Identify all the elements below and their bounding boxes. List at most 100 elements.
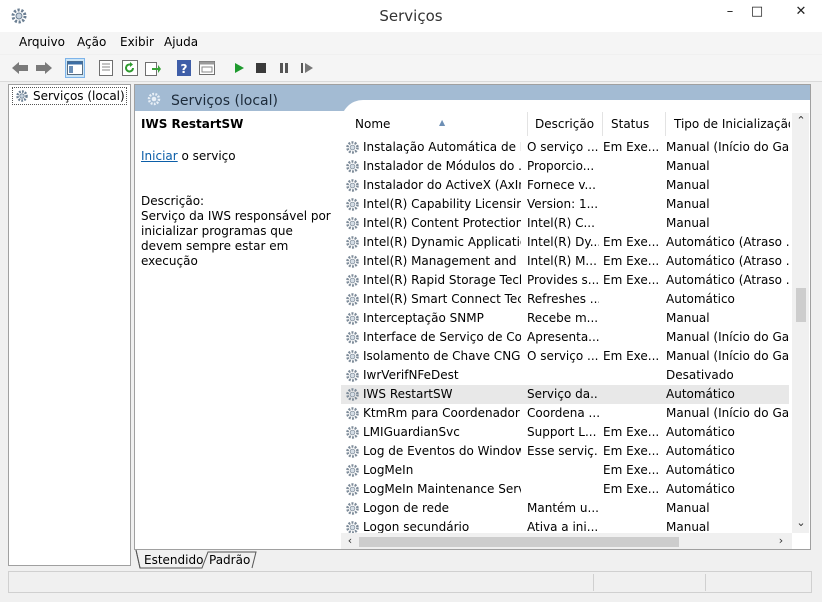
table-row[interactable]: Intel(R) Content Protection ... Intel(R) … bbox=[341, 214, 789, 233]
scroll-left-icon[interactable]: ‹ bbox=[342, 533, 358, 549]
service-description-cell: Apresenta... bbox=[527, 330, 599, 344]
menu-exibir[interactable]: Exibir bbox=[120, 35, 154, 49]
column-header-tipo-inicializacao[interactable]: Tipo de Inicialização bbox=[666, 112, 790, 136]
table-row[interactable]: IWS RestartSW Serviço da... Automático bbox=[341, 385, 789, 404]
service-startup-cell: Automático (Atraso ... bbox=[666, 273, 790, 287]
maximize-button[interactable]: □ bbox=[742, 2, 772, 24]
service-startup-cell: Automático bbox=[666, 387, 735, 401]
service-startup-cell: Automático bbox=[666, 292, 735, 306]
refresh-icon[interactable] bbox=[120, 58, 140, 78]
service-gear-icon bbox=[346, 369, 359, 382]
scroll-right-icon[interactable]: › bbox=[773, 533, 789, 549]
service-gear-icon bbox=[346, 407, 359, 420]
vertical-scrollbar[interactable]: ⌃ ⌄ bbox=[792, 113, 809, 533]
search-gear-icon bbox=[147, 92, 161, 106]
services-pane: Serviços (local) IWS RestartSW Iniciar o… bbox=[134, 84, 811, 550]
forward-arrow-icon[interactable] bbox=[34, 58, 54, 78]
start-service-line: Iniciar o serviço bbox=[141, 149, 236, 163]
service-gear-icon bbox=[346, 179, 359, 192]
status-divider bbox=[593, 574, 594, 591]
service-name-cell: Instalador de Módulos do ... bbox=[363, 159, 521, 173]
service-startup-cell: Manual bbox=[666, 311, 710, 325]
menu-acao[interactable]: Ação bbox=[77, 35, 106, 49]
back-arrow-icon[interactable] bbox=[10, 58, 30, 78]
tab-estendido[interactable]: Estendido bbox=[139, 552, 208, 569]
stop-service-icon[interactable] bbox=[251, 58, 271, 78]
start-service-link[interactable]: Iniciar bbox=[141, 149, 178, 163]
table-row[interactable]: Intel(R) Smart Connect Tec... Refreshes .… bbox=[341, 290, 789, 309]
service-description-cell: Mantém u... bbox=[527, 501, 599, 515]
table-row[interactable]: Interceptação SNMP Recebe m... Manual bbox=[341, 309, 789, 328]
service-gear-icon bbox=[346, 255, 359, 268]
column-header-nome[interactable]: Nome ▲ bbox=[347, 112, 528, 136]
table-row[interactable]: LMIGuardianSvc Support L... Em Exe... Autom… bbox=[341, 423, 789, 442]
service-name-cell: Intel(R) Management and S... bbox=[363, 254, 521, 268]
table-row[interactable]: Interface de Serviço de Con... Apresenta.… bbox=[341, 328, 790, 347]
table-row[interactable]: Logon de rede Mantém u... Manual bbox=[341, 499, 789, 518]
service-name-cell: Intel(R) Capability Licensing... bbox=[363, 197, 521, 211]
service-name-cell: Interface de Serviço de Con... bbox=[363, 330, 521, 344]
service-name-cell: LogMeIn bbox=[363, 463, 414, 477]
console-view-icon[interactable] bbox=[197, 58, 217, 78]
service-gear-icon bbox=[346, 141, 359, 154]
tab-padrao[interactable]: Padrão bbox=[204, 552, 255, 569]
pause-service-icon[interactable] bbox=[274, 58, 294, 78]
service-description-cell: Fornece v... bbox=[527, 178, 596, 192]
service-description-cell: Refreshes ... bbox=[527, 292, 599, 306]
table-row[interactable]: Intel(R) Rapid Storage Tech... Provides s… bbox=[341, 271, 790, 290]
service-name-cell: KtmRm para Coordenador ... bbox=[363, 406, 521, 420]
service-startup-cell: Automático bbox=[666, 482, 735, 496]
service-description-cell: Esse serviç... bbox=[527, 444, 599, 458]
service-startup-cell: Manual (Início do Ga... bbox=[666, 349, 790, 363]
properties-icon[interactable] bbox=[96, 58, 116, 78]
column-header-status[interactable]: Status bbox=[603, 112, 666, 136]
tree-item-services-local[interactable]: Serviços (local) bbox=[12, 87, 127, 105]
service-name-cell: Instalação Automática de D... bbox=[363, 140, 521, 154]
sort-ascending-icon: ▲ bbox=[439, 118, 446, 127]
show-hide-tree-icon[interactable] bbox=[65, 58, 85, 78]
service-name-cell: Interceptação SNMP bbox=[363, 311, 484, 325]
table-row[interactable]: Intel(R) Dynamic Applicatio... Intel(R) D… bbox=[341, 233, 790, 252]
menu-arquivo[interactable]: Arquivo bbox=[19, 35, 65, 49]
horizontal-scrollbar[interactable]: ‹ › bbox=[341, 533, 792, 549]
service-gear-icon bbox=[346, 312, 359, 325]
menu-ajuda[interactable]: Ajuda bbox=[164, 35, 198, 49]
service-name-cell: IWS RestartSW bbox=[363, 387, 453, 401]
table-row[interactable]: Instalação Automática de D... O serviço .… bbox=[341, 138, 790, 157]
service-name-cell: Logon de rede bbox=[363, 501, 450, 515]
close-button[interactable]: ✕ bbox=[786, 2, 816, 24]
export-list-icon[interactable] bbox=[143, 58, 163, 78]
column-header-descricao[interactable]: Descrição bbox=[527, 112, 603, 136]
service-description-cell: Intel(R) Dy... bbox=[527, 235, 599, 249]
service-startup-cell: Manual bbox=[666, 501, 710, 515]
service-name-cell: IwrVerifNFeDest bbox=[363, 368, 459, 382]
service-name-cell: Intel(R) Dynamic Applicatio... bbox=[363, 235, 521, 249]
service-status-cell: Em Exe... bbox=[603, 254, 660, 268]
table-row[interactable]: Instalador de Módulos do ... Proporcio...… bbox=[341, 157, 789, 176]
table-row[interactable]: Intel(R) Capability Licensing... Version:… bbox=[341, 195, 789, 214]
table-row[interactable]: Intel(R) Management and S... Intel(R) M..… bbox=[341, 252, 790, 271]
service-name-cell: Intel(R) Content Protection ... bbox=[363, 216, 521, 230]
scroll-up-icon[interactable]: ⌃ bbox=[793, 113, 809, 129]
service-gear-icon bbox=[346, 502, 359, 515]
status-divider bbox=[705, 574, 706, 591]
table-row[interactable]: Log de Eventos do Windows Esse serviç... E… bbox=[341, 442, 789, 461]
table-row[interactable]: Instalador do ActiveX (AxIns... Fornece v… bbox=[341, 176, 789, 195]
horizontal-scroll-thumb[interactable] bbox=[359, 537, 679, 547]
vertical-scroll-thumb[interactable] bbox=[796, 288, 806, 322]
service-description-cell: O serviço ... bbox=[527, 349, 599, 363]
table-row[interactable]: IwrVerifNFeDest Desativado bbox=[341, 366, 789, 385]
scroll-down-icon[interactable]: ⌄ bbox=[793, 515, 809, 531]
resume-service-icon[interactable] bbox=[297, 58, 317, 78]
table-row[interactable]: Isolamento de Chave CNG O serviço ... Em E… bbox=[341, 347, 790, 366]
window-title: Serviços bbox=[379, 7, 443, 25]
service-name-cell: LMIGuardianSvc bbox=[363, 425, 460, 439]
table-row[interactable]: LogMeIn Em Exe... Automático bbox=[341, 461, 789, 480]
help-icon[interactable]: ? bbox=[174, 58, 194, 78]
table-row[interactable]: KtmRm para Coordenador ... Coordena ... Ma… bbox=[341, 404, 790, 423]
minimize-button[interactable]: – bbox=[715, 2, 745, 24]
service-status-cell: Em Exe... bbox=[603, 235, 660, 249]
table-row[interactable]: LogMeIn Maintenance Servi... Em Exe... Aut… bbox=[341, 480, 789, 499]
service-description-cell: Recebe m... bbox=[527, 311, 599, 325]
start-service-icon[interactable] bbox=[229, 58, 249, 78]
